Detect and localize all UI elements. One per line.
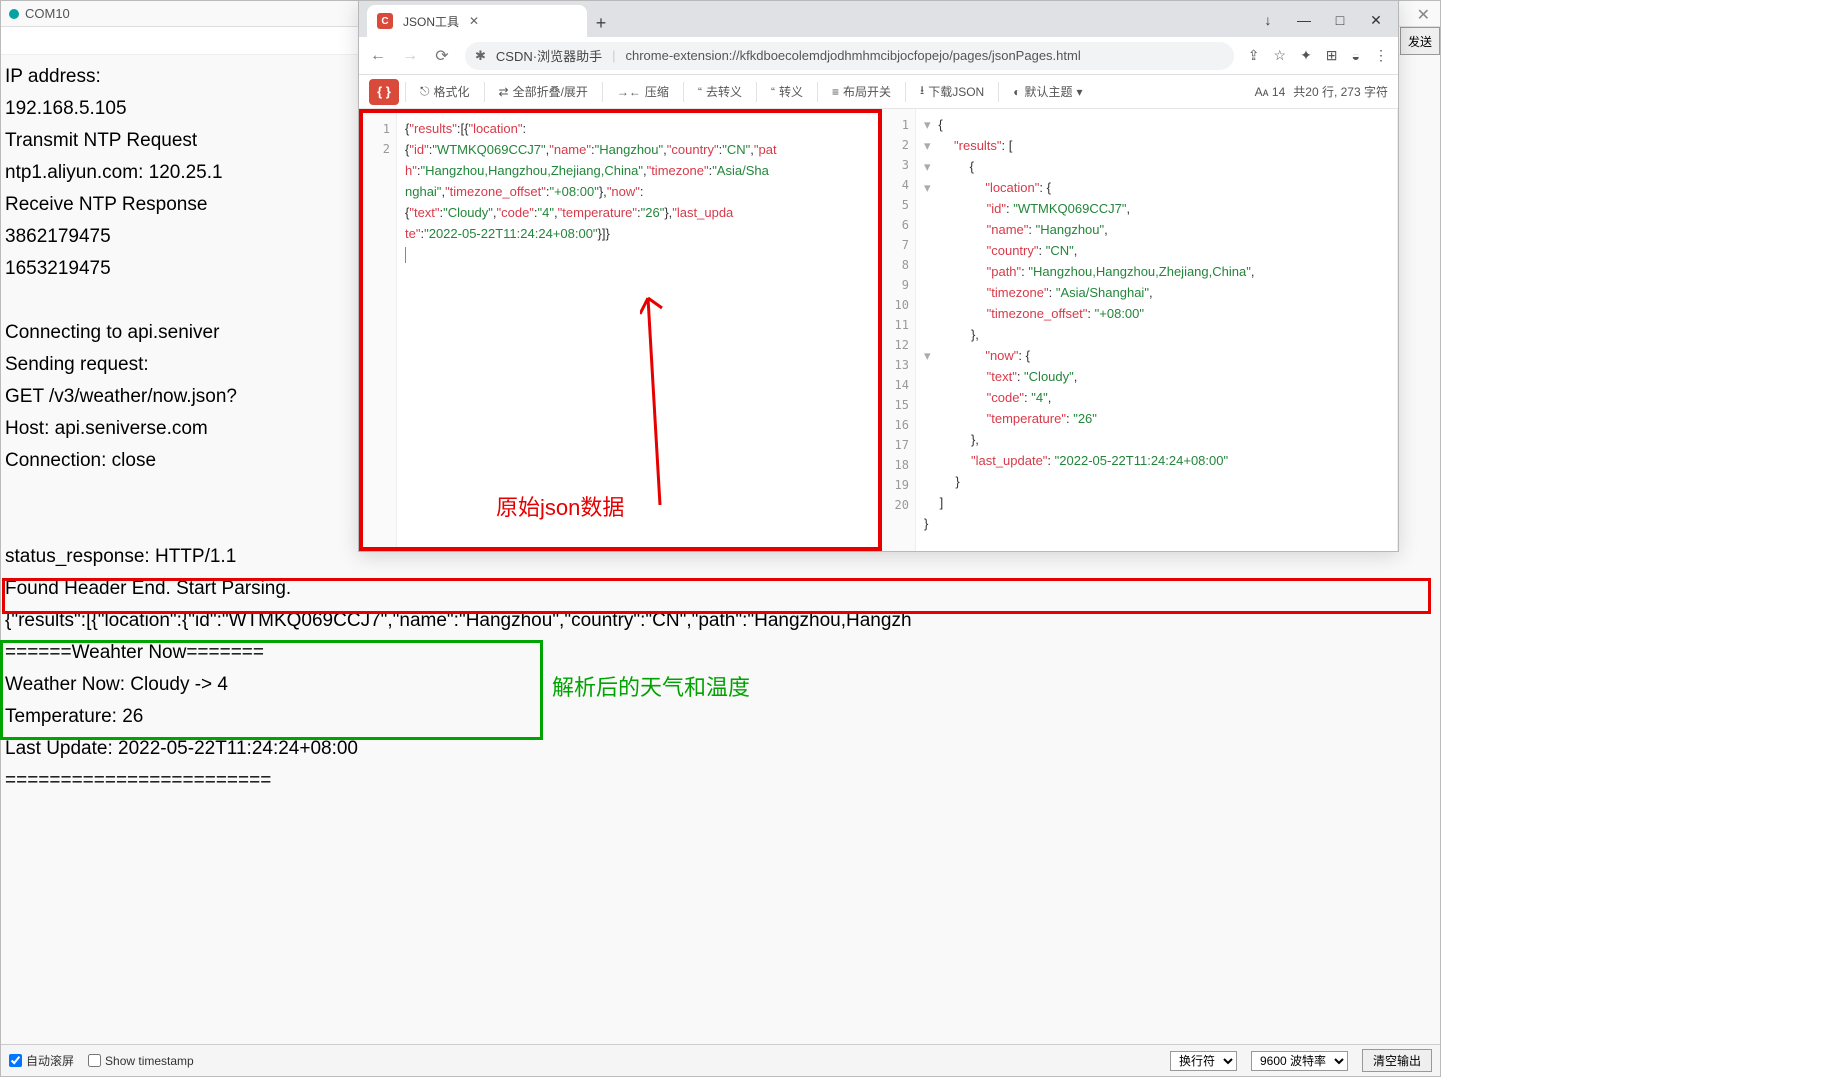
send-button[interactable]: 发送 <box>1400 27 1440 55</box>
browser-tab[interactable]: C JSON工具 ✕ <box>367 5 587 37</box>
browser-window: C JSON工具 ✕ + ↓ — □ ✕ ← → ⟳ ✱ CSDN·浏览器助手 … <box>358 0 1399 552</box>
maximize-icon[interactable]: □ <box>1332 12 1348 29</box>
annotation-raw-json-label: 原始json数据 <box>496 490 624 522</box>
back-icon[interactable]: ← <box>369 47 387 65</box>
show-timestamp-checkbox[interactable]: Show timestamp <box>88 1054 194 1068</box>
forward-icon[interactable]: → <box>401 47 419 65</box>
minimize-icon[interactable]: — <box>1296 12 1312 29</box>
left-gutter: 12 <box>363 113 397 547</box>
annotation-parsed-label: 解析后的天气和温度 <box>552 670 750 702</box>
left-pane[interactable]: 12 {"results":[{"location": {"id":"WTMKQ… <box>359 109 882 551</box>
layout-button[interactable]: ≡ 布局开关 <box>824 79 899 104</box>
new-tab-button[interactable]: + <box>587 9 615 37</box>
json-tool-logo: { } <box>369 79 399 105</box>
stats-label: 共20 行, 273 字符 <box>1293 83 1388 100</box>
star-icon[interactable]: ☆ <box>1274 47 1287 64</box>
compress-button[interactable]: →← 压缩 <box>609 79 677 104</box>
unescape-button[interactable]: “ 去转义 <box>690 79 750 104</box>
url-text: chrome-extension://kfkdboecolemdjodhmhmc… <box>625 48 1080 63</box>
serial-close-icon[interactable]: ✕ <box>1417 5 1430 25</box>
autoscroll-checkbox[interactable]: 自动滚屏 <box>9 1052 74 1069</box>
apps-icon[interactable]: ⊞ <box>1326 47 1338 64</box>
theme-button[interactable]: ◐ 默认主题 ▾ <box>1005 79 1090 104</box>
baud-select[interactable]: 9600 波特率 <box>1251 1051 1348 1071</box>
right-gutter: 1234567891011121314151617181920 <box>882 109 916 551</box>
address-bar-row: ← → ⟳ ✱ CSDN·浏览器助手 | chrome-extension://… <box>359 37 1398 75</box>
extensions-icon[interactable]: ✦ <box>1300 47 1312 64</box>
raw-json-line: {"results":[{"location":{"id":"WTMKQ069C… <box>5 610 912 631</box>
close-icon[interactable]: ✕ <box>1368 12 1384 29</box>
tab-close-icon[interactable]: ✕ <box>469 14 479 28</box>
format-button[interactable]: ⎋ 格式化 <box>412 79 478 104</box>
extension-icon: ✱ <box>475 48 486 64</box>
serial-footer: 自动滚屏 Show timestamp 换行符 9600 波特率 清空输出 <box>1 1044 1440 1076</box>
json-toolbar: { } ⎋ 格式化 ⇄ 全部折叠/展开 →← 压缩 “ 去转义 “ 转义 ≡ 布… <box>359 75 1398 109</box>
csdn-label: CSDN·浏览器助手 <box>496 46 602 65</box>
line-ending-select[interactable]: 换行符 <box>1170 1051 1237 1071</box>
tab-title: JSON工具 <box>403 13 459 30</box>
right-code[interactable]: ▾ { ▾ "results": [ ▾ { ▾ "location": { "… <box>916 109 1397 551</box>
reload-icon[interactable]: ⟳ <box>433 46 451 66</box>
toolbar-right-icons: ⇪ ☆ ✦ ⊞ ◒ ⋮ <box>1248 47 1388 64</box>
download-button[interactable]: ⭳ 下载JSON <box>912 77 992 106</box>
serial-title-text: COM10 <box>25 6 70 21</box>
tab-favicon: C <box>377 13 393 29</box>
arduino-icon <box>9 9 19 19</box>
window-controls: ↓ — □ ✕ <box>1246 12 1398 37</box>
font-size-indicator[interactable]: Aᴀ 14 <box>1255 85 1286 99</box>
profile-icon[interactable]: ◒ <box>1352 48 1360 64</box>
address-bar[interactable]: ✱ CSDN·浏览器助手 | chrome-extension://kfkdbo… <box>465 42 1234 70</box>
right-pane[interactable]: 1234567891011121314151617181920 ▾ { ▾ "r… <box>882 109 1398 551</box>
clear-output-button[interactable]: 清空输出 <box>1362 1049 1432 1072</box>
share-icon[interactable]: ⇪ <box>1248 47 1260 64</box>
json-editor: 12 {"results":[{"location": {"id":"WTMKQ… <box>359 109 1398 551</box>
left-code[interactable]: {"results":[{"location": {"id":"WTMKQ069… <box>397 113 878 547</box>
restore-down-icon[interactable]: ↓ <box>1260 12 1276 29</box>
menu-icon[interactable]: ⋮ <box>1374 47 1388 64</box>
fold-all-button[interactable]: ⇄ 全部折叠/展开 <box>491 79 596 104</box>
browser-tab-strip: C JSON工具 ✕ + ↓ — □ ✕ <box>359 1 1398 37</box>
escape-button[interactable]: “ 转义 <box>763 79 811 104</box>
